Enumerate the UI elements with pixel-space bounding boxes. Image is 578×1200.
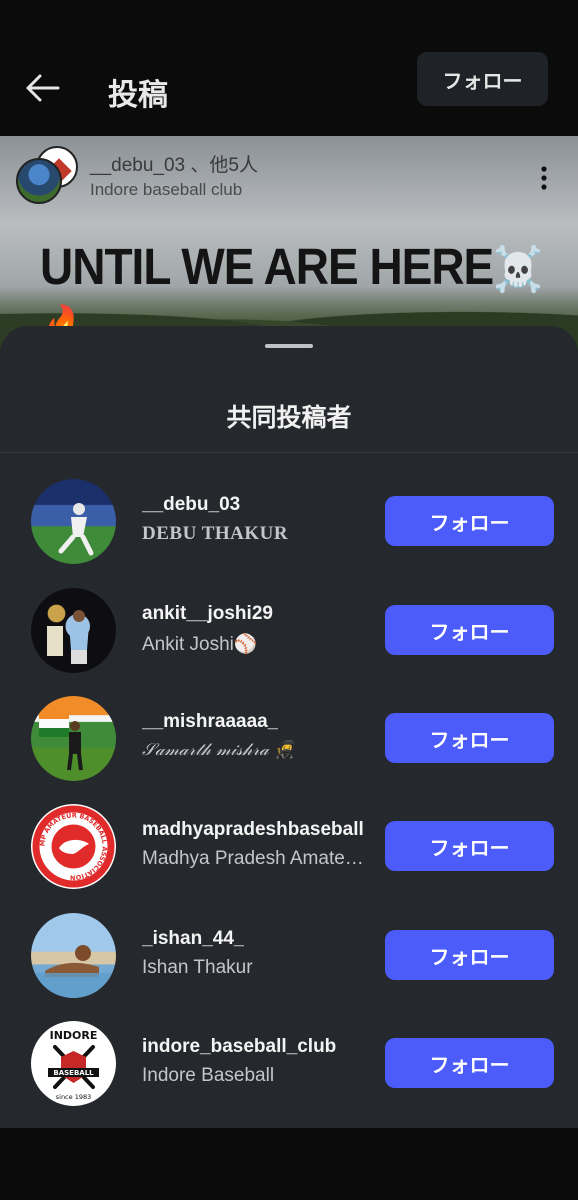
avatar[interactable]: MP AMATEUR BASEBALL ASSOCIATION (31, 804, 116, 889)
logo-since-text: since 1983 (56, 1093, 92, 1101)
post-author-avatar[interactable] (16, 158, 62, 204)
club-logo-icon: INDORE BASEBALL since 1983 (48, 1029, 99, 1101)
collaborator-row[interactable]: _ishan_44_ Ishan Thakur フォロー (0, 905, 578, 1005)
follow-button[interactable]: フォロー (385, 496, 554, 546)
collaborator-fullname: Madhya Pradesh Amateur Baseball Associat… (142, 848, 372, 869)
sheet-divider (0, 452, 578, 453)
follow-button[interactable]: フォロー (385, 821, 554, 871)
sheet-title: 共同投稿者 (226, 404, 352, 432)
logo-top-text: INDORE (50, 1029, 98, 1042)
collaborator-row[interactable]: MP AMATEUR BASEBALL ASSOCIATION madhyapr… (0, 796, 578, 896)
collaborator-username[interactable]: indore_baseball_club (142, 1036, 336, 1058)
app-bar: 投稿 フォロー (0, 0, 578, 136)
page-title: 投稿 (108, 79, 168, 112)
follow-button[interactable]: フォロー (385, 713, 554, 763)
collaborator-username[interactable]: ankit__joshi29 (142, 603, 273, 625)
collaborator-row[interactable]: __mishraaaaa_ 𝒮𝒶𝓂𝒶𝓇𝓉𝒽 𝓂𝒾𝓈𝒽𝓇𝒶 🥷 フォロー (0, 688, 578, 788)
collaborator-fullname: Ankit Joshi⚾ (142, 634, 258, 655)
system-navigation-bar (0, 1128, 578, 1200)
collaborator-row[interactable]: INDORE BASEBALL since 1983 indore_baseba… (0, 1013, 578, 1113)
collaborator-username[interactable]: __debu_03 (142, 494, 240, 516)
collaborators-sheet: 共同投稿者 __debu_03 DEBU THAKUR フォロー ankit__… (0, 326, 578, 1128)
sheet-drag-handle[interactable] (265, 344, 313, 348)
player-photo-icon (47, 610, 89, 664)
more-options-icon[interactable] (534, 164, 554, 192)
logo-band-text: BASEBALL (53, 1069, 94, 1077)
avatar[interactable] (31, 588, 116, 673)
collaborator-fullname: Ishan Thakur (142, 957, 253, 978)
collaborator-fullname: DEBU THAKUR (142, 523, 289, 544)
player-photo-icon (31, 945, 116, 998)
collaborator-fullname: 𝒮𝒶𝓂𝒶𝓇𝓉𝒽 𝓂𝒾𝓈𝒽𝓇𝒶 🥷 (142, 740, 296, 760)
collaborator-username[interactable]: madhyapradeshbaseball (142, 819, 364, 841)
avatar[interactable] (31, 696, 116, 781)
collaborator-row[interactable]: __debu_03 DEBU THAKUR フォロー (0, 471, 578, 571)
collaborator-username[interactable]: _ishan_44_ (142, 928, 244, 950)
post-preview: __debu_03 、他5人 Indore baseball club UNTI… (0, 136, 578, 356)
collaborator-row[interactable]: ankit__joshi29 Ankit Joshi⚾ フォロー (0, 580, 578, 680)
association-logo-icon: MP AMATEUR BASEBALL ASSOCIATION (32, 805, 115, 888)
post-author-line[interactable]: __debu_03 、他5人 (90, 150, 258, 177)
player-photo-icon (39, 710, 83, 771)
collaborator-username[interactable]: __mishraaaaa_ (142, 711, 278, 733)
post-headline-text: UNTIL WE ARE HERE (40, 237, 494, 295)
post-subtitle: Indore baseball club (90, 180, 243, 199)
avatar[interactable] (31, 913, 116, 998)
back-arrow-icon[interactable] (22, 68, 62, 108)
follow-button[interactable]: フォロー (385, 930, 554, 980)
avatar[interactable] (31, 479, 116, 564)
follow-button[interactable]: フォロー (385, 1038, 554, 1088)
collaborator-fullname: Indore Baseball (142, 1065, 275, 1086)
player-photo-icon (58, 503, 94, 556)
avatar[interactable]: INDORE BASEBALL since 1983 (31, 1021, 116, 1106)
follow-button-top[interactable]: フォロー (417, 52, 548, 106)
follow-button[interactable]: フォロー (385, 605, 554, 655)
